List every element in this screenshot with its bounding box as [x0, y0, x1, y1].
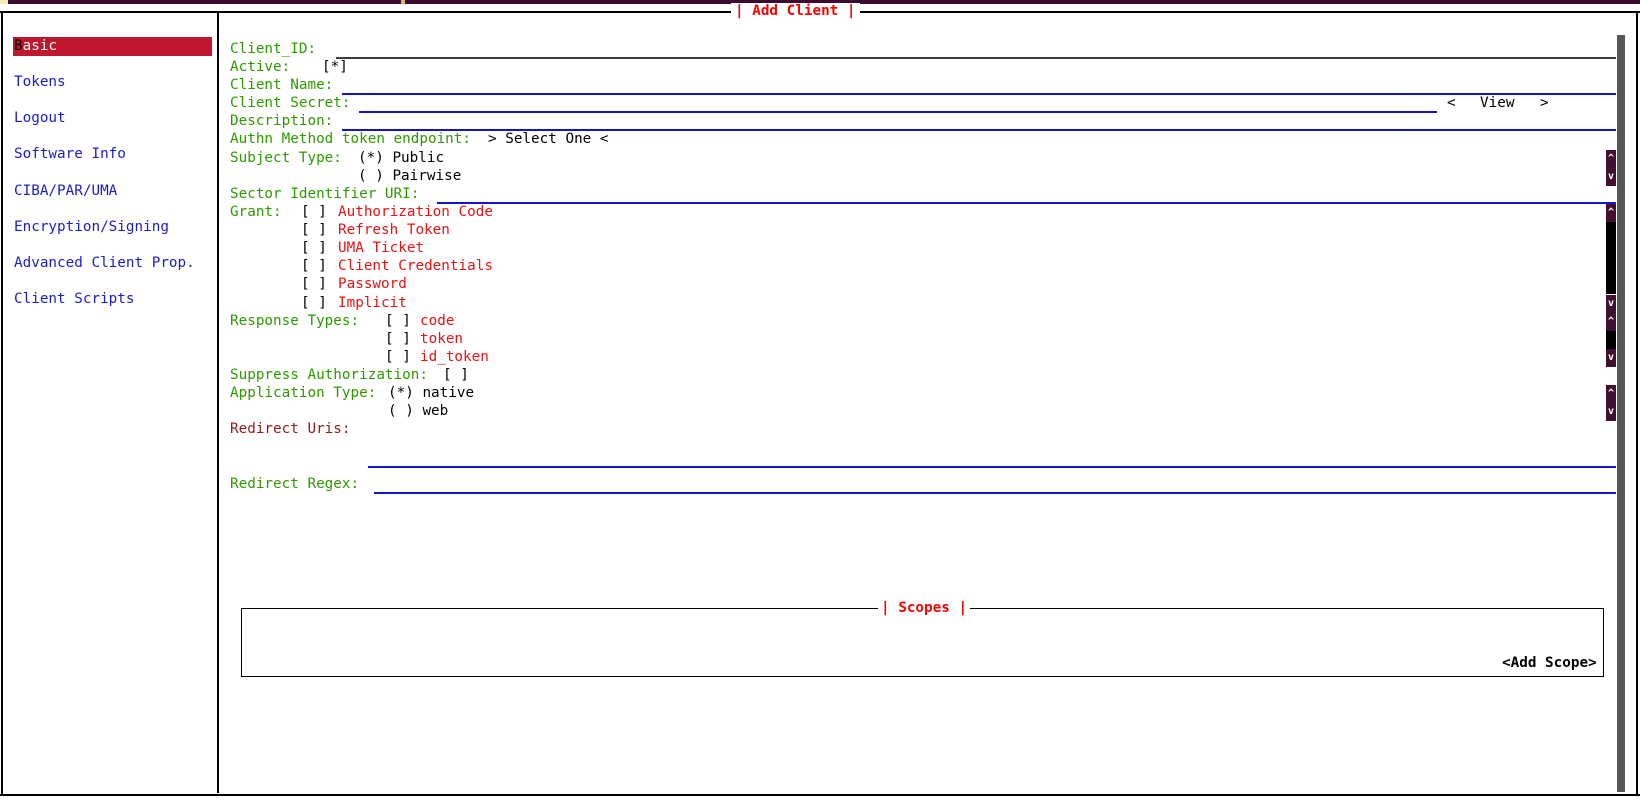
- response-code-checkbox[interactable]: [ ]: [385, 313, 411, 330]
- window-titlebar-corner: [0, 0, 8, 4]
- window-scrollbar[interactable]: [1617, 35, 1625, 792]
- subject-type-label: Subject Type:: [230, 150, 342, 167]
- subject-type-public-radio: (*): [358, 150, 384, 166]
- subject-type-scroll-down-icon[interactable]: v: [1606, 168, 1616, 186]
- grant-implicit-label[interactable]: Implicit: [338, 295, 407, 312]
- grant-scroll-down-icon[interactable]: v: [1606, 295, 1616, 313]
- subject-type-pairwise-label: Pairwise: [392, 168, 461, 184]
- dialog-title: | Add Client |: [731, 3, 860, 19]
- grant-uma-ticket-checkbox[interactable]: [ ]: [301, 240, 327, 257]
- scopes-list[interactable]: [241, 608, 1604, 677]
- response-token-checkbox[interactable]: [ ]: [385, 331, 411, 348]
- client-secret-label: Client Secret:: [230, 95, 351, 112]
- response-types-scroll-up-icon[interactable]: ^: [1606, 313, 1616, 331]
- response-id-token-label[interactable]: id_token: [420, 349, 489, 366]
- authn-method-select[interactable]: > Select One <: [488, 131, 609, 148]
- response-types-scroll-track[interactable]: [1606, 331, 1616, 349]
- response-types-scroll-down-icon[interactable]: v: [1606, 349, 1616, 367]
- grant-uma-ticket-label[interactable]: UMA Ticket: [338, 240, 424, 257]
- redirect-regex-input[interactable]: [374, 492, 1616, 494]
- response-id-token-checkbox[interactable]: [ ]: [385, 349, 411, 366]
- view-button-left-arrow[interactable]: <: [1447, 95, 1456, 112]
- application-type-scroll-down-icon[interactable]: v: [1606, 403, 1616, 421]
- authn-method-label: Authn Method token endpoint:: [230, 131, 471, 148]
- grant-refresh-token-checkbox[interactable]: [ ]: [301, 222, 327, 239]
- redirect-uris-input[interactable]: [368, 466, 1616, 468]
- response-code-label[interactable]: code: [420, 313, 454, 330]
- grant-refresh-token-label[interactable]: Refresh Token: [338, 222, 450, 239]
- client-name-label: Client Name:: [230, 77, 333, 94]
- grant-implicit-checkbox[interactable]: [ ]: [301, 295, 327, 312]
- redirect-uris-label: Redirect Uris:: [230, 421, 351, 438]
- suppress-authorization-checkbox[interactable]: [ ]: [443, 367, 469, 384]
- application-type-option-native[interactable]: (*) native: [388, 385, 474, 402]
- subject-type-public-label: Public: [392, 150, 444, 166]
- frame-border-bottom: [0, 794, 1640, 796]
- grant-password-label[interactable]: Password: [338, 276, 407, 293]
- application-type-label: Application Type:: [230, 385, 376, 402]
- client-id-label: Client_ID:: [230, 41, 316, 58]
- grant-label: Grant:: [230, 204, 282, 221]
- active-checkbox[interactable]: [*]: [322, 59, 348, 76]
- suppress-authorization-label: Suppress Authorization:: [230, 367, 428, 384]
- add-scope-button[interactable]: <Add Scope>: [1502, 655, 1597, 671]
- response-token-label[interactable]: token: [420, 331, 463, 348]
- grant-authorization-code-label[interactable]: Authorization Code: [338, 204, 493, 221]
- redirect-regex-label: Redirect Regex:: [230, 476, 359, 493]
- subject-type-pairwise-radio: ( ): [358, 168, 384, 184]
- response-types-label: Response Types:: [230, 313, 359, 330]
- grant-client-credentials-label[interactable]: Client Credentials: [338, 258, 493, 275]
- scopes-title: | Scopes |: [878, 600, 970, 616]
- application-type-scroll-up-icon[interactable]: ^: [1606, 385, 1616, 403]
- grant-authorization-code-checkbox[interactable]: [ ]: [301, 204, 327, 221]
- application-type-option-web[interactable]: ( ) web: [388, 403, 448, 420]
- active-label: Active:: [230, 59, 290, 76]
- subject-type-scroll-up-icon[interactable]: ^: [1606, 150, 1616, 168]
- application-type-native-radio: (*): [388, 385, 414, 401]
- grant-password-checkbox[interactable]: [ ]: [301, 276, 327, 293]
- window-titlebar-tick: [401, 0, 405, 4]
- view-button[interactable]: View: [1480, 95, 1514, 112]
- grant-client-credentials-checkbox[interactable]: [ ]: [301, 258, 327, 275]
- subject-type-option-public[interactable]: (*) Public: [358, 150, 444, 167]
- application-type-native-label: native: [422, 385, 474, 401]
- application-type-web-radio: ( ): [388, 403, 414, 419]
- application-type-web-label: web: [422, 403, 448, 419]
- add-client-dialog: | Add Client | Basic Tokens Logout Softw…: [0, 0, 1640, 799]
- view-button-right-arrow[interactable]: >: [1540, 95, 1549, 112]
- sector-identifier-uri-label: Sector Identifier URI:: [230, 186, 419, 203]
- subject-type-option-pairwise[interactable]: ( ) Pairwise: [358, 168, 461, 185]
- grant-scroll-up-icon[interactable]: ^: [1606, 204, 1616, 222]
- description-label: Description:: [230, 113, 333, 130]
- grant-scroll-track[interactable]: [1606, 222, 1616, 294]
